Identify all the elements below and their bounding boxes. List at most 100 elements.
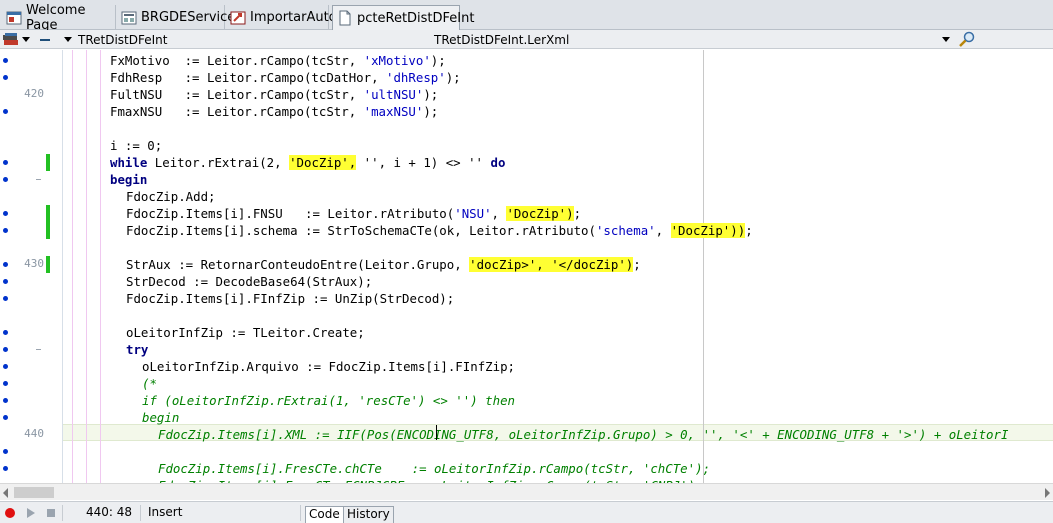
code-token: FdhResp := Leitor.rCampo(tcDatHor, (110, 70, 387, 85)
code-token: begin (142, 410, 180, 425)
stop-macro-icon[interactable] (44, 506, 58, 520)
code-line[interactable]: oLeitorInfZip := TLeitor.Create; (126, 324, 365, 341)
chevron-down-icon (22, 37, 30, 42)
horizontal-scrollbar[interactable] (0, 483, 1053, 500)
collapse-button[interactable] (38, 31, 52, 48)
code-line[interactable]: FultNSU := Leitor.rCampo(tcStr, 'ultNSU'… (110, 86, 438, 103)
code-line[interactable]: begin (142, 409, 179, 426)
class-combo-arrow[interactable] (64, 31, 72, 48)
scroll-right-icon[interactable] (1045, 488, 1050, 498)
breakpoint-dot[interactable] (3, 211, 8, 216)
find-button[interactable] (958, 31, 976, 48)
code-line[interactable]: StrAux := RetornarConteudoEntre(Leitor.G… (126, 256, 641, 273)
code-line[interactable]: FdocZip.Items[i].FresCTe.chCTe := oLeito… (158, 460, 710, 477)
code-token: 'ultNSU' (363, 87, 424, 102)
scroll-left-icon[interactable] (3, 488, 8, 498)
breakpoint-dot[interactable] (3, 466, 8, 471)
code-token: StrDecod := DecodeBase64(StrAux); (126, 274, 373, 289)
code-token: , (491, 206, 507, 221)
right-margin-line (703, 50, 704, 483)
code-line[interactable]: try (126, 341, 148, 358)
code-line[interactable]: while Leitor.rExtrai(2, 'DocZip', '', i … (110, 154, 505, 171)
code-line[interactable]: FdocZip.Items[i].XML := IIF(Pos(ENCODING… (158, 426, 1008, 443)
search-icon (959, 31, 975, 47)
code-token: FxMotivo := Leitor.rCampo(tcStr, (110, 53, 364, 68)
tab-history[interactable]: History (343, 506, 394, 523)
structure-view-button[interactable] (2, 31, 20, 48)
breakpoint-dot[interactable] (3, 75, 8, 80)
breakpoint-dot[interactable] (3, 330, 8, 335)
code-token: do (490, 155, 506, 170)
code-line[interactable]: i := 0; (110, 137, 162, 154)
code-token: ; (573, 206, 582, 221)
unit-file-icon (339, 10, 351, 26)
tab-pcteretdistdfeint[interactable]: pcteRetDistDFeInt (332, 5, 474, 30)
code-line[interactable]: FxMotivo := Leitor.rCampo(tcStr, 'xMotiv… (110, 52, 446, 69)
breakpoint-dot[interactable] (3, 347, 8, 352)
breakpoint-dot[interactable] (3, 177, 8, 182)
code-token: Leitor.rExtrai(2, (147, 155, 290, 170)
text-caret (436, 425, 437, 440)
play-macro-icon[interactable] (24, 506, 38, 520)
code-token: FdocZip.Items[i].FInfZip := UnZip(StrDec… (126, 291, 455, 306)
code-line[interactable]: begin (110, 171, 147, 188)
code-line[interactable]: FdocZip.Items[i].FNSU := Leitor.rAtribut… (126, 205, 581, 222)
record-macro-icon[interactable] (3, 506, 17, 520)
code-line[interactable]: FmaxNSU := Leitor.rCampo(tcStr, 'maxNSU'… (110, 103, 438, 120)
code-line[interactable]: FdocZip.Add; (126, 188, 216, 205)
code-line[interactable]: if (oLeitorInfZip.rExtrai(1, 'resCTe') <… (142, 392, 515, 409)
scrollbar-thumb[interactable] (14, 487, 54, 498)
code-line[interactable]: oLeitorInfZip.Arquivo := FdocZip.Items[i… (142, 358, 515, 375)
breakpoint-dot[interactable] (3, 228, 8, 233)
fold-marker[interactable] (36, 349, 41, 350)
breakpoint-dot[interactable] (3, 415, 8, 420)
breakpoint-dot[interactable] (3, 449, 8, 454)
code-line[interactable]: StrDecod := DecodeBase64(StrAux); (126, 273, 372, 290)
code-line[interactable]: FdocZip.Items[i].FInfZip := UnZip(StrDec… (126, 290, 454, 307)
breakpoint-dot[interactable] (3, 160, 8, 165)
breakpoint-dot[interactable] (3, 109, 8, 114)
code-token: FdocZip.Add; (126, 189, 216, 204)
tab-label: BRGDEService (141, 10, 236, 25)
code-token: i := 0; (110, 138, 163, 153)
line-number: 430 (24, 257, 44, 270)
tab-label: ImportarAuto (250, 10, 337, 25)
status-bar: 440: 48 Insert Code History (0, 501, 1053, 523)
code-editor[interactable]: 420 430 440 FxMotivo := Leitor.rCampo(tcSt… (0, 50, 1053, 483)
breakpoint-dot[interactable] (3, 364, 8, 369)
search-highlight: 'DocZip') (506, 206, 574, 221)
welcome-page-icon (6, 11, 22, 24)
insert-mode: Insert (148, 505, 183, 519)
breakpoint-dot[interactable] (3, 262, 8, 267)
method-combo[interactable]: TRetDistDFeInt.LerXml (432, 31, 952, 48)
class-combo-value: TRetDistDFeInt (78, 32, 168, 47)
breakpoint-dot[interactable] (3, 296, 8, 301)
code-token: if (oLeitorInfZip.rExtrai(1, 'resCTe') <… (142, 393, 515, 408)
toolbar-dropdown-button[interactable] (22, 31, 30, 48)
modified-line-marker (46, 222, 50, 239)
code-line[interactable]: (* (142, 375, 157, 392)
status-divider (140, 505, 141, 521)
import-icon (230, 11, 246, 24)
tab-brgdeservice[interactable]: BRGDEService (117, 5, 235, 30)
code-token: ); (423, 104, 439, 119)
tab-code[interactable]: Code (305, 506, 344, 523)
breakpoint-dot[interactable] (3, 398, 8, 403)
tab-welcome-page[interactable]: Welcome Page (2, 3, 116, 33)
code-token: oLeitorInfZip.Arquivo := FdocZip.Items[i… (142, 359, 515, 374)
breakpoint-dot[interactable] (3, 279, 8, 284)
code-token: FdocZip.Items[i].FNSU := Leitor.rAtribut… (126, 206, 455, 221)
code-token: FdocZip.Items[i].schema := StrToSchemaCT… (126, 223, 596, 238)
code-line[interactable]: FdhResp := Leitor.rCampo(tcDatHor, 'dhRe… (110, 69, 461, 86)
code-navigation-toolbar: TRetDistDFeInt TRetDistDFeInt.LerXml (0, 30, 1053, 49)
fold-marker[interactable] (36, 179, 41, 180)
breakpoint-dot[interactable] (3, 58, 8, 63)
code-line[interactable]: FdocZip.Items[i].schema := StrToSchemaCT… (126, 222, 753, 239)
breakpoint-dot[interactable] (3, 381, 8, 386)
block-guide-line (72, 50, 73, 483)
tab-importarauto[interactable]: ImportarAuto (226, 5, 337, 30)
modified-line-marker (46, 154, 50, 171)
line-number: 420 (24, 87, 44, 100)
class-combo[interactable]: TRetDistDFeInt (76, 31, 421, 48)
search-highlight: 'docZip>', '</docZip') (469, 257, 634, 272)
